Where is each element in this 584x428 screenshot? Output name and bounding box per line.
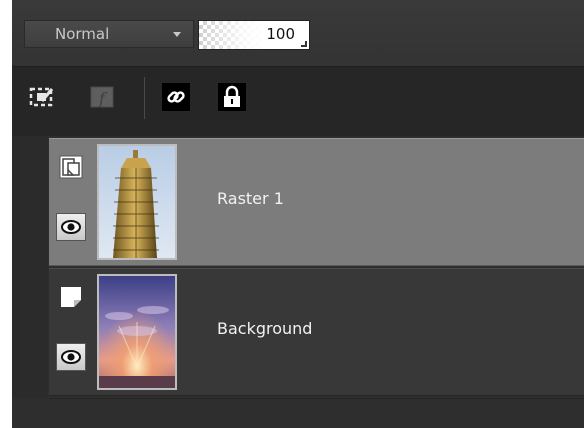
opacity-field[interactable]: 100 [198, 20, 310, 50]
effects-fx-icon[interactable]: f [88, 83, 116, 111]
toolbar-divider [144, 77, 145, 119]
layer-row-raster-1[interactable]: Raster 1 [49, 138, 584, 266]
blend-mode-value: Normal [55, 25, 110, 43]
blend-mode-dropdown[interactable]: Normal [24, 20, 194, 48]
new-mask-layer-icon[interactable] [28, 83, 56, 111]
sunset-sky-image [97, 274, 177, 390]
resize-grip-icon [301, 41, 307, 47]
layers-panel: Normal 100 f Raster 1 Background [12, 0, 584, 428]
layer-tools-row: f [12, 66, 584, 137]
divider [49, 398, 584, 399]
lock-icon[interactable] [218, 83, 246, 111]
layer-name: Raster 1 [217, 189, 284, 208]
opacity-value: 100 [266, 25, 295, 43]
background-layer-icon [59, 285, 83, 309]
chevron-down-icon [173, 32, 181, 37]
layer-name: Background [217, 319, 313, 338]
layer-row-background[interactable]: Background [49, 268, 584, 396]
tower-building-image [97, 144, 177, 260]
eye-icon[interactable] [56, 213, 86, 241]
layers-list: Raster 1 Background [12, 136, 584, 428]
layer-properties-bar: Normal 100 [12, 0, 584, 66]
link-icon[interactable] [162, 83, 190, 111]
raster-layer-icon [59, 155, 83, 179]
eye-icon[interactable] [56, 343, 86, 371]
